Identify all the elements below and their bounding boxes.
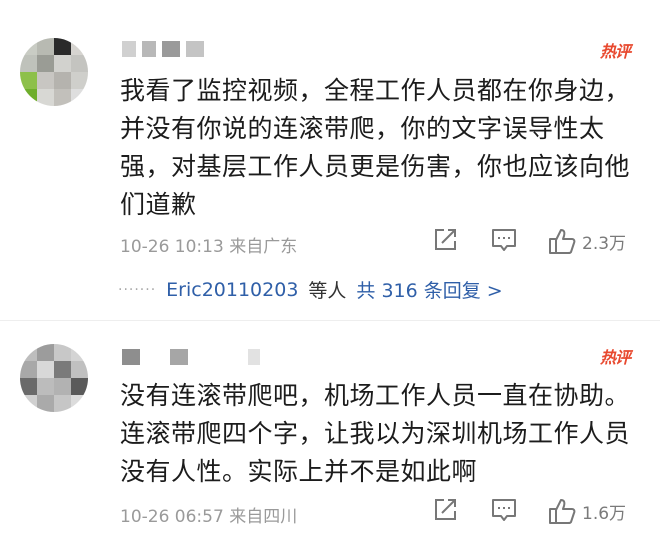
location: 来自广东 — [229, 237, 298, 257]
comment-icon — [492, 499, 516, 521]
comment-text-line: 我看了监控视频，全程工作人员都在你身边， — [120, 76, 631, 105]
divider — [0, 320, 660, 321]
comment-meta: 10-26 06:57 来自四川 — [120, 502, 297, 527]
comment-text-line: 强，对基层工作人员更是伤害，你也应该向他 — [120, 152, 631, 181]
share-button[interactable] — [432, 226, 460, 254]
hot-comment-badge: 热评 — [599, 42, 631, 61]
hot-comment-badge: 热评 — [599, 348, 631, 367]
comment-text-line: 没有连滚带爬吧，机场工作人员一直在协助。 — [120, 381, 631, 410]
timestamp: 10-26 06:57 — [120, 507, 224, 527]
comment-2: 热评 没有连滚带爬吧，机场工作人员一直在协助。 连滚带爬四个字，让我以为深圳机场… — [0, 322, 660, 540]
avatar[interactable] — [20, 344, 88, 412]
like-count: 2.3万 — [582, 233, 627, 254]
reply-username[interactable]: Eric20110203 — [166, 279, 298, 301]
timestamp: 10-26 10:13 — [120, 237, 224, 257]
comment-text-line: 并没有你说的连滚带爬，你的文字误导性太 — [120, 114, 605, 143]
share-button[interactable] — [432, 496, 460, 524]
username-blurred[interactable] — [122, 40, 204, 58]
comment-button[interactable] — [490, 496, 518, 524]
like-count: 1.6万 — [582, 503, 627, 524]
comment-text-line: 连滚带爬四个字，让我以为深圳机场工作人员 — [120, 419, 631, 448]
reply-suffix: 等人 — [308, 280, 347, 302]
reply-count[interactable]: 共 316 条回复 > — [356, 276, 502, 303]
thumbs-up-icon — [549, 229, 576, 254]
location: 来自四川 — [229, 507, 298, 527]
comment-text-line: 没有人性。实际上并不是如此啊 — [120, 457, 478, 486]
share-icon — [435, 229, 456, 250]
like-button[interactable]: 1.6万 — [548, 496, 626, 526]
comment-icon — [492, 229, 516, 251]
username-blurred[interactable] — [122, 348, 260, 366]
comment-text-line: 们道歉 — [120, 190, 197, 219]
replies-dots: ······· — [118, 281, 157, 298]
comment-meta: 10-26 10:13 来自广东 — [120, 232, 297, 257]
comment-text: 我看了监控视频，全程工作人员都在你身边， 并没有你说的连滚带爬，你的文字误导性太… — [120, 72, 640, 224]
comment-1: 热评 我看了监控视频，全程工作人员都在你身边， 并没有你说的连滚带爬，你的文字误… — [0, 0, 660, 320]
thumbs-up-icon — [549, 499, 576, 524]
comment-button[interactable] — [490, 226, 518, 254]
avatar[interactable] — [20, 38, 88, 106]
replies-link[interactable]: ······· Eric20110203 等人 共 316 条回复 > — [118, 276, 503, 303]
share-icon — [435, 499, 456, 520]
like-button[interactable]: 2.3万 — [548, 226, 626, 256]
comment-text: 没有连滚带爬吧，机场工作人员一直在协助。 连滚带爬四个字，让我以为深圳机场工作人… — [120, 377, 640, 491]
